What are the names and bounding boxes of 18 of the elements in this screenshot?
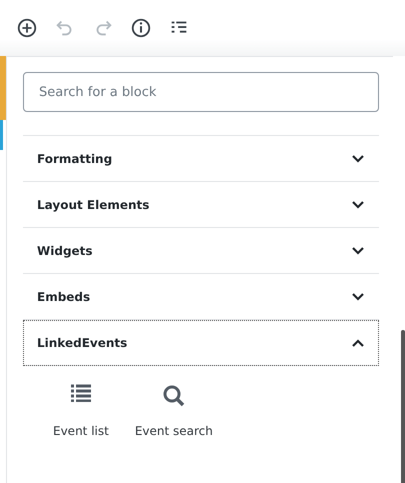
chevron-icon (351, 246, 365, 256)
plus-circle-icon (16, 17, 38, 39)
panel-header[interactable]: Layout Elements (23, 182, 379, 228)
panel-header[interactable]: LinkedEvents (23, 320, 379, 366)
panel-header[interactable]: Widgets (23, 228, 379, 274)
info-icon (130, 17, 152, 39)
scrollbar[interactable] (401, 330, 405, 483)
chevron-icon (351, 292, 365, 302)
block-item[interactable]: Event list (45, 384, 117, 440)
chevron-icon (351, 200, 365, 210)
search-icon (162, 384, 186, 408)
block-item[interactable]: Event search (126, 384, 221, 440)
panel-header[interactable]: Formatting (23, 136, 379, 182)
search-field[interactable]: Search for a block (23, 72, 379, 112)
chevron-icon (351, 338, 365, 348)
panel-header[interactable]: Embeds (23, 274, 379, 320)
list-icon (70, 384, 92, 402)
chevron-icon (351, 154, 365, 164)
